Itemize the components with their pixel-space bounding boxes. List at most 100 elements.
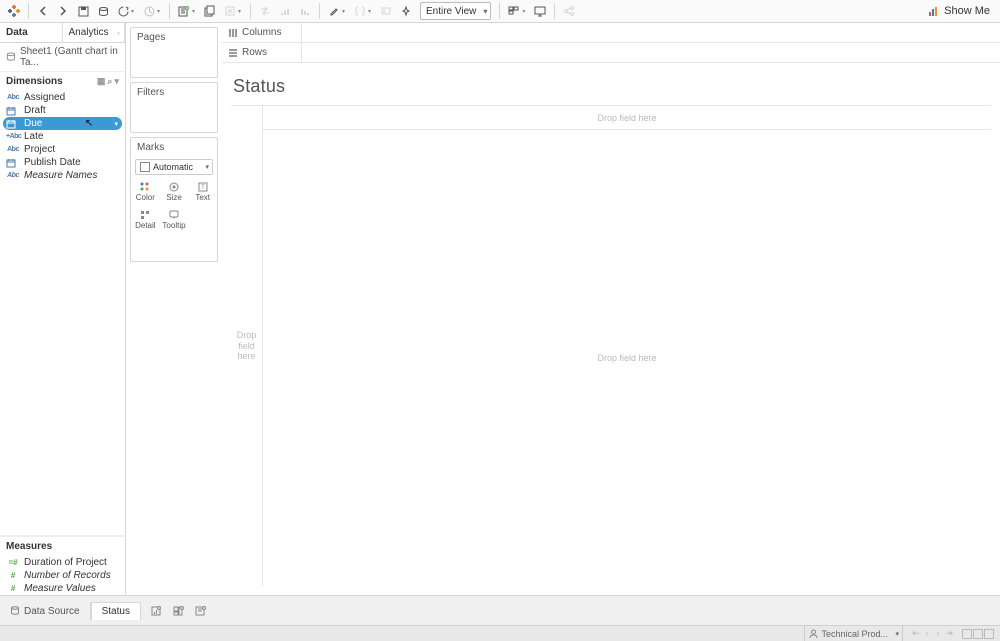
datasource-icon xyxy=(6,51,16,63)
marks-detail-button[interactable]: Detail xyxy=(131,205,160,233)
highlight-icon[interactable] xyxy=(324,1,344,21)
new-data-icon[interactable] xyxy=(93,1,113,21)
datasource-item[interactable]: Sheet1 (Gantt chart in Ta... xyxy=(0,43,125,71)
marks-drop-area[interactable] xyxy=(131,233,217,261)
field-assigned[interactable]: AbcAssigned xyxy=(0,91,125,104)
show-me-icon xyxy=(928,5,940,17)
clear-icon xyxy=(220,1,240,21)
group-icon xyxy=(350,1,370,21)
new-worksheet-icon[interactable] xyxy=(149,604,163,618)
back-icon[interactable] xyxy=(33,1,53,21)
search-icon[interactable]: ⌕ xyxy=(107,76,112,87)
nav-last-icon[interactable]: ⇥ xyxy=(944,628,954,639)
field-measure-values[interactable]: #Measure Values xyxy=(0,582,125,595)
dropdown-icon[interactable]: ▾ xyxy=(131,8,139,15)
marks-type-select[interactable]: Automatic xyxy=(135,159,213,175)
columns-icon xyxy=(228,28,238,38)
datasource-icon xyxy=(10,606,20,616)
text-icon: T xyxy=(197,181,209,193)
marks-color-button[interactable]: Color xyxy=(131,177,160,205)
fit-select[interactable]: Entire View xyxy=(420,2,491,20)
status-bar: Technical Prod... ⇤ ‹ › ⇥ xyxy=(0,625,1000,641)
nav-next-icon[interactable]: › xyxy=(933,628,943,639)
labels-icon xyxy=(376,1,396,21)
sort-asc-icon xyxy=(275,1,295,21)
field-draft[interactable]: Draft xyxy=(0,104,125,117)
user-select[interactable]: Technical Prod... xyxy=(804,626,903,641)
new-worksheet-icon[interactable] xyxy=(174,1,194,21)
tab-analytics[interactable]: Analytics◦ xyxy=(63,23,126,42)
nav-first-icon[interactable]: ⇤ xyxy=(911,628,921,639)
field-publish-date[interactable]: Publish Date xyxy=(0,156,125,169)
data-pane: Data Analytics◦ Sheet1 (Gantt chart in T… xyxy=(0,23,126,595)
view-switcher xyxy=(962,629,994,639)
filmstrip-view-icon[interactable] xyxy=(973,629,983,639)
swap-icon xyxy=(255,1,275,21)
show-me-label: Show Me xyxy=(944,5,990,17)
pin-icon[interactable] xyxy=(396,1,416,21)
filters-label: Filters xyxy=(131,83,217,102)
data-source-tab[interactable]: Data Source xyxy=(0,602,91,620)
sorter-view-icon[interactable] xyxy=(984,629,994,639)
worksheet-canvas: Columns Rows Status Dropfieldhere Drop f… xyxy=(222,23,1000,595)
datasource-label: Sheet1 (Gantt chart in Ta... xyxy=(20,46,119,68)
tab-view-icon[interactable] xyxy=(962,629,972,639)
dropdown-icon[interactable]: ▾ xyxy=(192,8,200,15)
marks-tooltip-button[interactable]: Tooltip xyxy=(160,205,189,233)
auto-update-icon[interactable] xyxy=(113,1,133,21)
rows-shelf[interactable]: Rows xyxy=(222,43,1000,63)
rows-icon xyxy=(228,48,238,58)
sheet-tab-status[interactable]: Status xyxy=(91,602,141,620)
toolbar: ▾ ▾ ▾ ▾ ▾ ▾ Entire View ▾ Show Me xyxy=(0,0,1000,23)
tableau-logo-icon[interactable] xyxy=(4,1,24,21)
drop-columns-area[interactable]: Drop field here xyxy=(263,106,991,130)
new-dashboard-icon[interactable] xyxy=(171,604,185,618)
size-icon xyxy=(168,181,180,193)
columns-shelf[interactable]: Columns xyxy=(222,23,1000,43)
measures-header: Measures xyxy=(0,536,125,556)
field-late[interactable]: +AbcLate xyxy=(0,130,125,143)
duplicate-icon[interactable] xyxy=(200,1,220,21)
filters-shelf[interactable]: Filters xyxy=(130,82,218,133)
cards-column: Pages Filters Marks Automatic Color xyxy=(126,23,222,595)
cards-icon[interactable] xyxy=(504,1,524,21)
save-icon[interactable] xyxy=(73,1,93,21)
menu-icon[interactable]: ▾ xyxy=(114,76,119,87)
field-number-of-records[interactable]: #Number of Records xyxy=(0,569,125,582)
dropdown-icon[interactable]: ▾ xyxy=(342,8,350,15)
view-icon[interactable]: ▦ xyxy=(97,76,106,87)
pages-label: Pages xyxy=(131,28,217,47)
color-icon xyxy=(139,181,151,193)
pages-shelf[interactable]: Pages xyxy=(130,27,218,78)
drop-center-area[interactable]: Drop field here xyxy=(263,130,991,586)
svg-text:T: T xyxy=(201,185,205,191)
sheet-nav: ⇤ ‹ › ⇥ xyxy=(911,628,954,639)
marks-size-button[interactable]: Size xyxy=(160,177,189,205)
presentation-icon[interactable] xyxy=(530,1,550,21)
marks-label: Marks xyxy=(131,138,217,157)
field-duration-of-project[interactable]: =#Duration of Project xyxy=(0,556,125,569)
marks-card: Marks Automatic Color Size T xyxy=(130,137,218,262)
sheet-tabs-bar: Data Source Status xyxy=(0,595,1000,625)
show-me-button[interactable]: Show Me xyxy=(922,5,996,17)
field-project[interactable]: AbcProject xyxy=(0,143,125,156)
drop-hint-label: Dropfieldhere xyxy=(237,330,257,362)
marks-text-button[interactable]: T Text xyxy=(188,177,217,205)
user-icon xyxy=(809,629,818,638)
detail-icon xyxy=(139,209,151,221)
sort-desc-icon xyxy=(295,1,315,21)
sheet-title[interactable]: Status xyxy=(231,72,991,105)
forward-icon[interactable] xyxy=(53,1,73,21)
tooltip-icon xyxy=(168,209,180,221)
analytics-badge-icon: ◦ xyxy=(117,28,120,38)
drop-rows-area[interactable]: Dropfieldhere xyxy=(231,106,263,586)
dimensions-header: Dimensions ▦ ⌕ ▾ xyxy=(0,71,125,91)
automatic-mark-icon xyxy=(140,162,150,172)
field-due[interactable]: Due↖ xyxy=(3,117,122,130)
dropdown-icon[interactable]: ▾ xyxy=(522,8,530,15)
field-measure-names[interactable]: AbcMeasure Names xyxy=(0,169,125,182)
share-icon xyxy=(559,1,579,21)
tab-data[interactable]: Data xyxy=(0,23,63,42)
nav-prev-icon[interactable]: ‹ xyxy=(922,628,932,639)
new-story-icon[interactable] xyxy=(193,604,207,618)
